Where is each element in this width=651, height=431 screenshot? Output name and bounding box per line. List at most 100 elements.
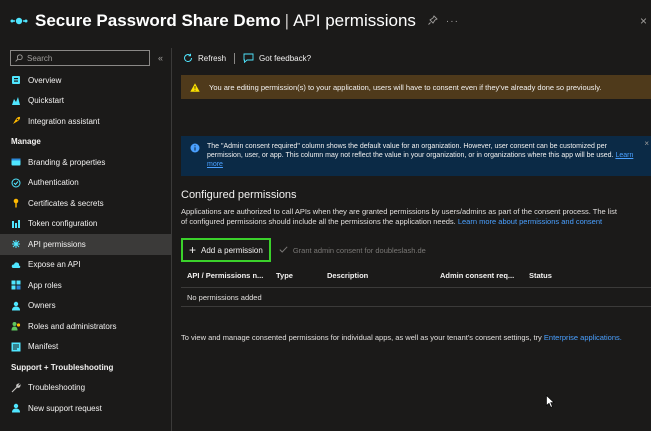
close-icon[interactable]: × [640,14,647,28]
title-bar: Secure Password Share Demo | API permissio… [0,0,651,42]
sidebar-item-token-configuration[interactable]: Token configuration [0,214,171,235]
empty-table-message: No permissions added [187,292,262,302]
token-icon [11,219,21,229]
sidebar-item-label: Quickstart [28,96,65,106]
more-icon[interactable]: ··· [446,16,459,27]
configured-line-2: of configured permissions should include… [181,217,456,226]
column-type[interactable]: Type [276,271,327,280]
pin-icon[interactable] [428,14,438,28]
page-title: Secure Password Share Demo | API permissio… [35,11,416,31]
configured-permissions-title: Configured permissions [181,189,297,201]
manifest-icon [11,342,21,352]
warning-icon [190,82,200,92]
authentication-icon [11,178,21,188]
sidebar-item-label: Owners [28,301,56,311]
feedback-button[interactable]: Got feedback? [243,53,311,63]
page-name: API permissions [293,11,416,30]
branding-icon [11,157,21,167]
consent-note-text: To view and manage consented permissions… [181,333,542,342]
grant-admin-consent-label: Grant admin consent for doubleslash.de [292,245,426,255]
rocket-icon [11,116,21,126]
permission-actions: + Add a permission Grant admin consent f… [181,238,426,262]
sidebar-item-branding-properties[interactable]: Branding & properties [0,152,171,173]
checkmark-icon [279,245,288,255]
column-admin-consent[interactable]: Admin consent req... [440,271,529,280]
column-description[interactable]: Description [327,271,440,280]
support-section-label: Support + Troubleshooting [11,362,114,372]
roles-icon [11,321,21,331]
sidebar-item-label: New support request [28,403,102,413]
warning-banner: You are editing permission(s) to your ap… [181,75,651,99]
app-registration-icon [10,12,28,30]
info-icon [190,143,200,156]
sidebar-support-items: Troubleshooting New support request [0,378,171,419]
sidebar-manage-items: Branding & properties Authentication Certi… [0,152,171,357]
support-icon [11,403,21,413]
configured-line-1: Applications are authorized to call APIs… [181,207,617,216]
sidebar-item-integration-assistant[interactable]: Integration assistant [0,111,171,132]
toolbar: Refresh Got feedback? [173,48,651,68]
table-header: API / Permissions n... Type Description … [181,267,651,283]
sidebar-item-overview[interactable]: Overview [0,70,171,91]
column-api-permissions[interactable]: API / Permissions n... [187,271,276,280]
owners-icon [11,301,21,311]
refresh-button[interactable]: Refresh [183,53,226,63]
sidebar-item-certificates-secrets[interactable]: Certificates & secrets [0,193,171,214]
key-icon [11,198,21,208]
refresh-icon [184,53,193,63]
sidebar-item-app-roles[interactable]: App roles [0,275,171,296]
app-roles-icon [11,280,21,290]
add-permission-button[interactable]: + Add a permission [181,238,271,262]
sidebar-item-label: App roles [28,280,62,290]
consent-settings-note: To view and manage consented permissions… [181,333,641,343]
info-text: The "Admin consent required" column show… [207,143,614,159]
permissions-table: API / Permissions n... Type Description … [181,267,651,307]
sidebar-item-label: Token configuration [28,219,98,229]
configured-permissions-description: Applications are authorized to call APIs… [181,207,651,227]
sidebar-item-label: Branding & properties [28,157,106,167]
dismiss-icon[interactable]: × [644,139,649,148]
overview-icon [11,75,21,85]
grant-admin-consent-button[interactable]: Grant admin consent for doubleslash.de [279,246,426,255]
api-permissions-icon [11,239,21,249]
sidebar-item-authentication[interactable]: Authentication [0,173,171,194]
add-permission-label: Add a permission [201,245,263,255]
sidebar-item-label: Integration assistant [28,116,100,126]
app-name: Secure Password Share Demo [35,11,281,30]
sidebar-search-input[interactable]: Search [10,50,150,66]
sidebar-item-label: Troubleshooting [28,383,86,393]
table-row: No permissions added [181,287,651,307]
feedback-label: Got feedback? [259,53,312,63]
search-icon [15,54,23,62]
sidebar-item-label: Manifest [28,342,59,352]
manage-section-label: Manage [11,137,41,147]
sidebar-item-api-permissions[interactable]: API permissions [0,234,171,255]
learn-more-permissions-link[interactable]: Learn more about permissions and consent [458,217,602,226]
cloud-icon [11,260,21,270]
sidebar-item-owners[interactable]: Owners [0,296,171,317]
sidebar-item-label: API permissions [28,239,86,249]
sidebar-item-label: Expose an API [28,260,81,270]
warning-text: You are editing permission(s) to your ap… [209,82,602,92]
sidebar-item-expose-an-api[interactable]: Expose an API [0,255,171,276]
collapse-sidebar-icon[interactable]: « [158,53,163,63]
sidebar-item-roles-and-administrators[interactable]: Roles and administrators [0,316,171,337]
sidebar-top-items: Overview Quickstart Integration assistant [0,70,171,132]
quickstart-icon [11,96,21,106]
sidebar-item-label: Roles and administrators [28,321,117,331]
column-status[interactable]: Status [529,271,552,280]
sidebar-item-manifest[interactable]: Manifest [0,337,171,358]
title-separator: | [284,11,290,30]
mouse-cursor-icon [546,394,555,410]
enterprise-applications-link[interactable]: Enterprise applications. [544,333,622,342]
main-content: Refresh Got feedback? You are editing pe… [173,48,651,431]
sidebar-item-troubleshooting[interactable]: Troubleshooting [0,378,171,399]
sidebar-search-row: Search « [0,48,171,68]
sidebar-item-label: Authentication [28,178,79,188]
feedback-icon [243,53,254,63]
sidebar-item-quickstart[interactable]: Quickstart [0,91,171,112]
sidebar-item-new-support-request[interactable]: New support request [0,398,171,419]
refresh-label: Refresh [198,53,227,63]
wrench-icon [11,382,21,393]
sidebar: Search « Overview Quickstart Integration a… [0,48,172,431]
